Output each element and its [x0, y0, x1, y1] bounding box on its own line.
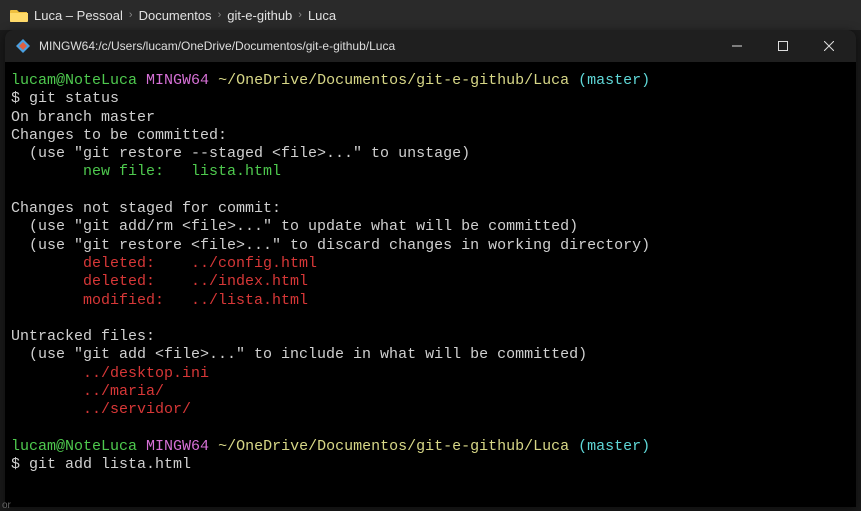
close-button[interactable] — [806, 30, 852, 62]
breadcrumb: Luca – Pessoal › Documentos › git-e-gith… — [0, 0, 861, 30]
prompt-line: lucam@NoteLuca MINGW64 ~/OneDrive/Docume… — [11, 72, 650, 89]
chevron-right-icon: › — [129, 9, 133, 21]
output-line: (use "git add/rm <file>..." to update wh… — [11, 218, 578, 235]
output-line: Changes not staged for commit: — [11, 200, 281, 217]
untracked-file: ../servidor/ — [11, 401, 191, 418]
prompt-line: lucam@NoteLuca MINGW64 ~/OneDrive/Docume… — [11, 438, 650, 455]
breadcrumb-item[interactable]: Luca — [308, 8, 336, 23]
chevron-right-icon: › — [298, 9, 302, 21]
command-text: git add lista.html — [29, 456, 191, 473]
window-title: MINGW64:/c/Users/lucam/OneDrive/Document… — [39, 39, 395, 53]
prompt-path: ~/OneDrive/Documentos/git-e-github/Luca — [218, 438, 569, 455]
window-controls — [714, 30, 852, 62]
breadcrumb-item[interactable]: Documentos — [139, 8, 212, 23]
untracked-file: ../desktop.ini — [11, 365, 209, 382]
prompt-branch: (master) — [578, 72, 650, 89]
prompt-symbol: $ — [11, 90, 20, 107]
prompt-env: MINGW64 — [146, 438, 209, 455]
terminal-window: MINGW64:/c/Users/lucam/OneDrive/Document… — [5, 30, 856, 507]
output-line: Untracked files: — [11, 328, 155, 345]
prompt-branch: (master) — [578, 438, 650, 455]
output-line: Changes to be committed: — [11, 127, 227, 144]
output-line: On branch master — [11, 109, 155, 126]
folder-icon — [10, 8, 28, 22]
app-icon — [15, 38, 31, 54]
terminal-output[interactable]: lucam@NoteLuca MINGW64 ~/OneDrive/Docume… — [5, 62, 856, 507]
prompt-path: ~/OneDrive/Documentos/git-e-github/Luca — [218, 72, 569, 89]
prompt-symbol: $ — [11, 456, 20, 473]
maximize-button[interactable] — [760, 30, 806, 62]
unstaged-file: modified: ../lista.html — [11, 292, 308, 309]
output-line: (use "git add <file>..." to include in w… — [11, 346, 587, 363]
staged-file: new file: lista.html — [11, 163, 281, 180]
command-text: git status — [29, 90, 119, 107]
prompt-env: MINGW64 — [146, 72, 209, 89]
unstaged-file: deleted: ../index.html — [11, 273, 308, 290]
titlebar: MINGW64:/c/Users/lucam/OneDrive/Document… — [5, 30, 856, 62]
breadcrumb-item[interactable]: git-e-github — [227, 8, 292, 23]
output-line: (use "git restore --staged <file>..." to… — [11, 145, 470, 162]
prompt-user: lucam@NoteLuca — [11, 438, 137, 455]
breadcrumb-item[interactable]: Luca – Pessoal — [34, 8, 123, 23]
prompt-user: lucam@NoteLuca — [11, 72, 137, 89]
chevron-right-icon: › — [218, 9, 222, 21]
minimize-button[interactable] — [714, 30, 760, 62]
output-line: (use "git restore <file>..." to discard … — [11, 237, 650, 254]
status-footer: or — [0, 500, 13, 511]
untracked-file: ../maria/ — [11, 383, 164, 400]
unstaged-file: deleted: ../config.html — [11, 255, 317, 272]
